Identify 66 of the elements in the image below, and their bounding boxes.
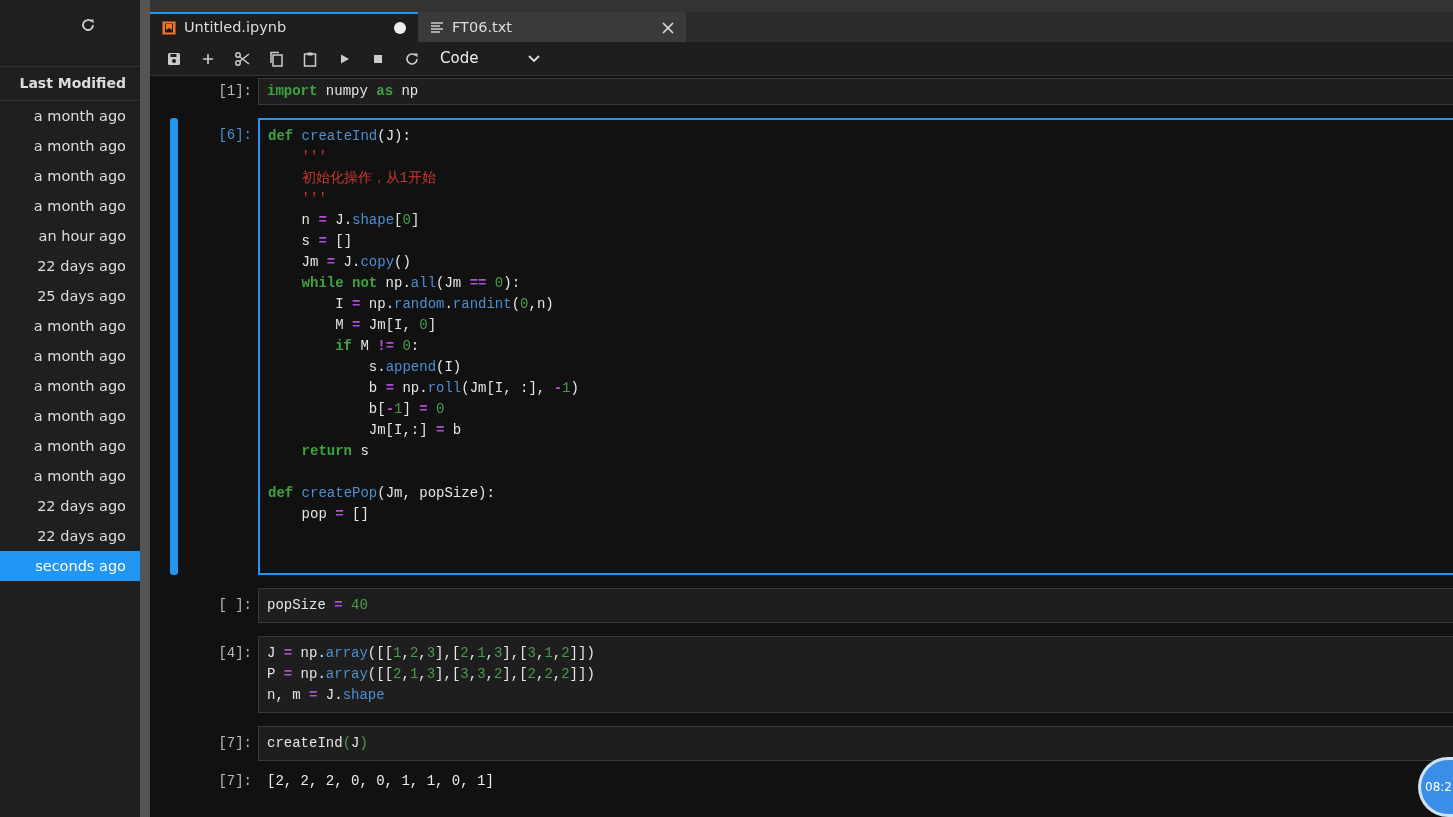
code-cell-editor[interactable]: popSize = 40: [258, 588, 1453, 623]
save-icon[interactable]: [166, 50, 182, 67]
unsaved-dot-icon: [394, 22, 406, 34]
file-modified-item[interactable]: a month ago: [0, 101, 140, 131]
file-modified-item[interactable]: a month ago: [0, 191, 140, 221]
text-file-icon: [430, 21, 444, 35]
output-prompt: [7]:: [218, 773, 252, 789]
file-modified-item[interactable]: 22 days ago: [0, 251, 140, 281]
cell-prompt: [4]:: [218, 645, 252, 661]
editor-tab[interactable]: Untitled.ipynb: [150, 12, 418, 42]
file-modified-item[interactable]: 25 days ago: [0, 281, 140, 311]
code-cell-editor[interactable]: createInd(J): [258, 726, 1453, 761]
file-modified-item[interactable]: a month ago: [0, 371, 140, 401]
code-cell-editor[interactable]: J = np.array([[1,2,3],[2,1,3],[3,1,2]]) P = np.array([[2,1,3],[3,3,2],[2,2,2]]) n, m = J.shape: [258, 636, 1453, 713]
cell-prompt: [ ]:: [218, 597, 252, 613]
cell-prompt: [7]:: [218, 735, 252, 751]
code-line: createInd(J): [267, 734, 369, 753]
code-line: b[-1] = 0: [367, 400, 446, 419]
code-line: return s: [300, 442, 370, 461]
code-line: 初始化操作，从1开始: [300, 169, 437, 188]
code-line: import numpy as np: [267, 82, 420, 101]
cell-prompt: [6]:: [218, 127, 252, 143]
cell-prompt: [1]:: [218, 83, 252, 99]
clipboard-icon[interactable]: [302, 50, 318, 67]
cell-output: [2, 2, 2, 0, 0, 1, 1, 0, 1]: [267, 773, 494, 789]
code-line: Jm[I,:] = b: [367, 421, 463, 440]
file-modified-item[interactable]: a month ago: [0, 311, 140, 341]
code-line: s.append(I): [367, 358, 463, 377]
file-modified-item[interactable]: a month ago: [0, 461, 140, 491]
chevron-down-icon: [528, 54, 541, 63]
code-line: Jm = J.copy(): [300, 253, 412, 272]
code-line: J = np.array([[1,2,3],[2,1,3],[3,1,2]]): [267, 644, 596, 663]
cut-icon[interactable]: [234, 50, 250, 67]
code-line: pop = []: [300, 505, 370, 524]
code-cell-editor[interactable]: import numpy as np: [258, 78, 1453, 105]
code-line: ''': [300, 148, 328, 167]
code-line: b = np.roll(Jm[I, :], -1): [367, 379, 580, 398]
code-line: I = np.random.randint(0,n): [334, 295, 555, 314]
code-line: def createPop(Jm, popSize):: [268, 484, 496, 503]
file-modified-item[interactable]: an hour ago: [0, 221, 140, 251]
file-modified-item[interactable]: a month ago: [0, 341, 140, 371]
code-line: popSize = 40: [267, 596, 369, 615]
notebook-icon: [162, 21, 176, 35]
cell-type-dropdown[interactable]: Code: [432, 45, 549, 72]
code-cell-editor[interactable]: [258, 118, 1453, 575]
code-line: n = J.shape[0]: [300, 211, 421, 230]
restart-icon[interactable]: [404, 50, 420, 67]
close-icon[interactable]: [662, 22, 674, 34]
code-line: M = Jm[I, 0]: [334, 316, 438, 335]
code-line: s = []: [300, 232, 354, 251]
file-modified-item[interactable]: a month ago: [0, 161, 140, 191]
code-line: ''': [300, 190, 328, 209]
code-line: while not np.all(Jm == 0):: [300, 274, 522, 293]
timer-badge: 08:2: [1418, 757, 1453, 817]
code-line: def createInd(J):: [268, 127, 412, 146]
copy-icon[interactable]: [268, 50, 284, 67]
file-modified-item[interactable]: a month ago: [0, 131, 140, 161]
file-modified-item[interactable]: 22 days ago: [0, 521, 140, 551]
code-line: n, m = J.shape: [267, 686, 386, 705]
file-modified-item[interactable]: 22 days ago: [0, 491, 140, 521]
code-line: P = np.array([[2,1,3],[3,3,2],[2,2,2]]): [267, 665, 596, 684]
file-modified-item[interactable]: a month ago: [0, 401, 140, 431]
refresh-icon[interactable]: [80, 17, 96, 33]
editor-tab[interactable]: FT06.txt: [418, 12, 686, 42]
code-line: if M != 0:: [334, 337, 421, 356]
file-modified-item[interactable]: a month ago: [0, 431, 140, 461]
